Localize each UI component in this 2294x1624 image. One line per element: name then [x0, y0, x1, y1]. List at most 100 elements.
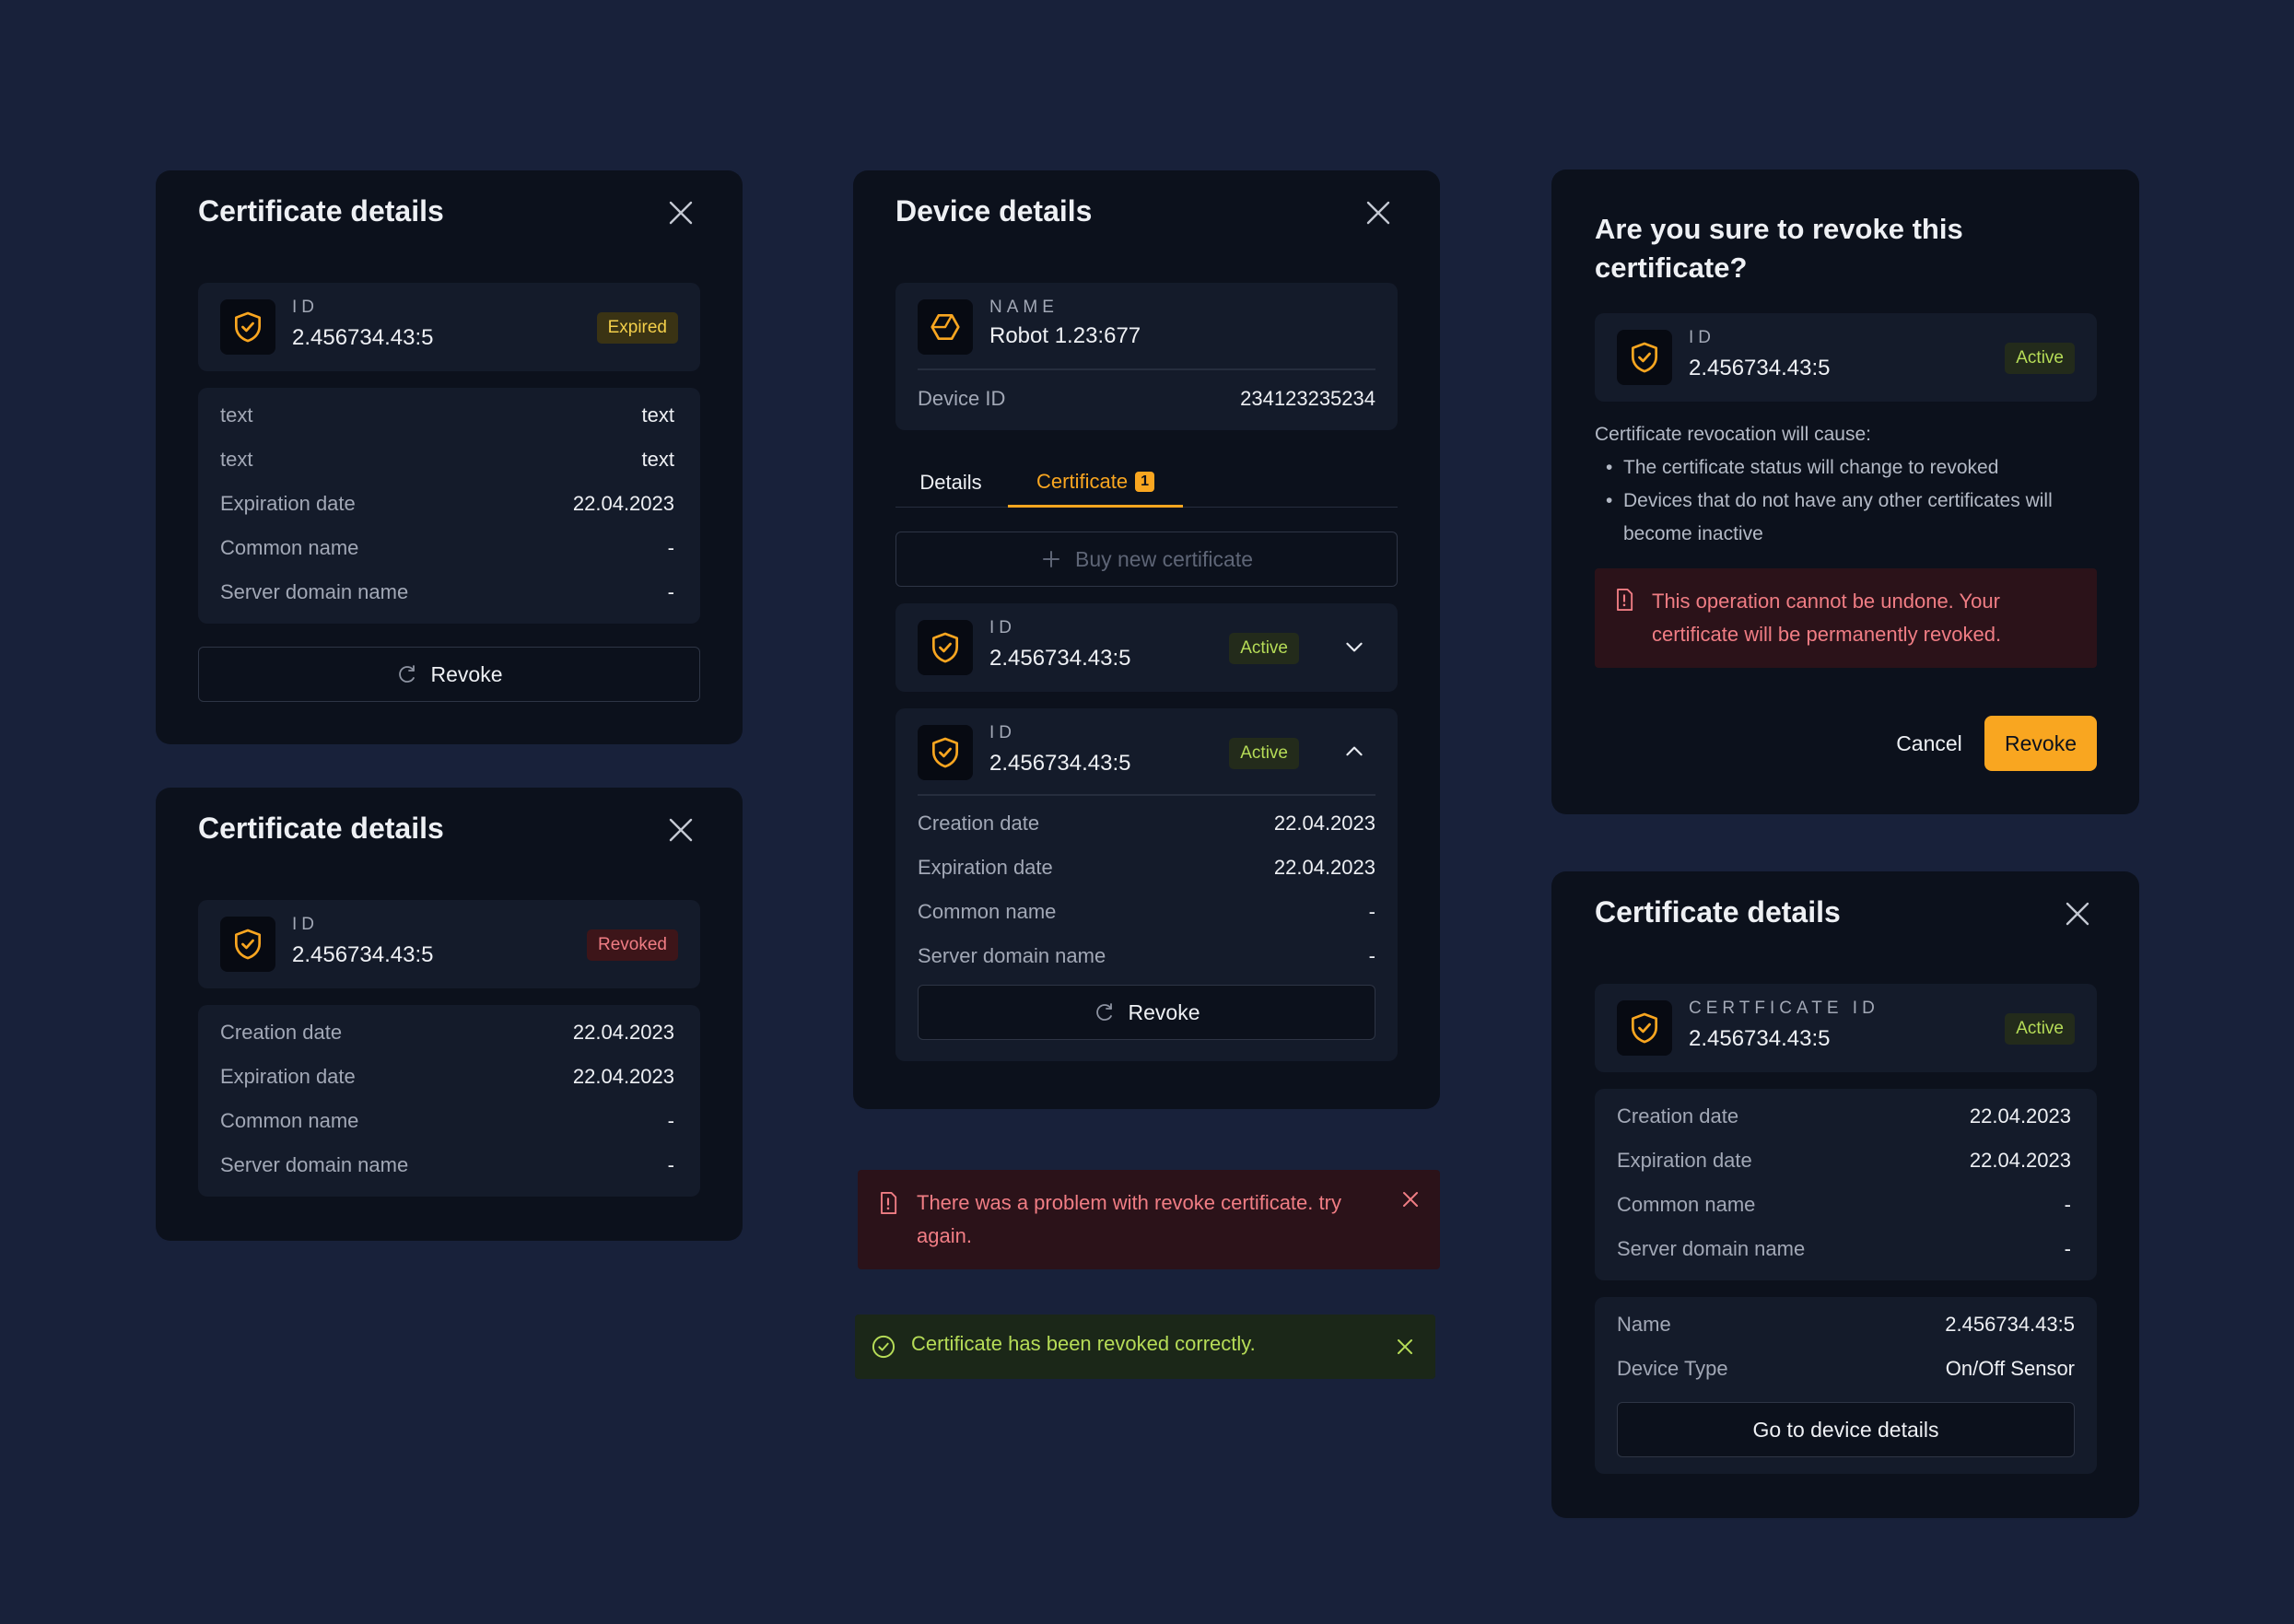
certificate-details-panel-expired: Certificate details ID 2.456734.43:5 Exp…: [156, 170, 743, 744]
id-value: 2.456734.43:5: [292, 942, 434, 967]
buy-button-label: Buy new certificate: [1074, 546, 1254, 571]
info-row-creation-date: Creation date 22.04.2023: [1617, 1104, 2071, 1127]
id-label: ID: [292, 298, 319, 317]
hexagon-device-icon: [918, 299, 973, 355]
shield-check-icon: [220, 299, 275, 355]
info-row-expiration-date: Expiration date 22.04.2023: [1617, 1149, 2071, 1172]
close-icon[interactable]: [2061, 897, 2094, 930]
tab-certificate[interactable]: Certificate 1: [1008, 458, 1183, 508]
certificate-info-card: Creation date 22.04.2023 Expiration date 2…: [198, 1005, 700, 1197]
cause-bullet: • Devices that do not have any other cer…: [1606, 490, 2053, 544]
info-row-expiration-date: Expiration date 22.04.2023: [918, 856, 1375, 879]
close-icon[interactable]: [664, 813, 697, 847]
info-row-expiration-date: Expiration date 22.04.2023: [220, 492, 674, 515]
id-label: ID: [292, 915, 319, 934]
status-badge: Expired: [596, 312, 678, 344]
revoke-button[interactable]: Revoke: [1984, 716, 2097, 771]
warning-alert: This operation cannot be undone. Your ce…: [1595, 568, 2097, 668]
divider: [918, 794, 1375, 796]
revoke-button[interactable]: Revoke: [198, 647, 700, 702]
device-info-card: NAME Robot 1.23:677 Device ID 23412323523…: [895, 283, 1398, 430]
shield-check-icon: [918, 620, 973, 675]
certificate-item-expanded: ID 2.456734.43:5 Active Creation date 22.…: [895, 708, 1398, 1061]
redo-arrow-icon: [1095, 1003, 1112, 1021]
id-value: 2.456734.43:5: [1689, 356, 1831, 380]
device-id-row: Device ID 234123235234: [918, 387, 1375, 410]
id-value: 2.456734.43:5: [292, 325, 434, 350]
close-icon[interactable]: [1362, 196, 1395, 229]
go-to-device-details-label: Go to device details: [1752, 1417, 1939, 1442]
info-row-common-name: Common name -: [220, 1109, 674, 1132]
certificate-item-collapsed[interactable]: ID 2.456734.43:5 Active: [895, 603, 1398, 692]
id-value: 2.456734.43:5: [989, 751, 1131, 776]
tab-bar: Details Certificate 1: [895, 458, 1398, 508]
close-icon[interactable]: [1399, 1188, 1422, 1210]
shield-check-icon: [1617, 1000, 1672, 1056]
status-badge: Revoked: [587, 929, 678, 961]
error-toast: There was a problem with revoke certific…: [858, 1170, 1440, 1269]
info-row: text text: [220, 448, 674, 471]
revoke-button[interactable]: Revoke: [918, 985, 1375, 1040]
tab-details[interactable]: Details: [895, 458, 1006, 508]
close-icon[interactable]: [1394, 1336, 1416, 1358]
certificate-info-card: text text text text Expiration date 22.04.2…: [198, 388, 700, 624]
alert-icon: [881, 1191, 897, 1215]
certificate-info-card: Creation date 22.04.2023 Expiration date 2…: [1595, 1089, 2097, 1280]
certificate-details-panel-revoked: Certificate details ID 2.456734.43:5 Rev…: [156, 788, 743, 1241]
info-row-common-name: Common name -: [1617, 1193, 2071, 1216]
tab-count-badge: 1: [1135, 471, 1154, 492]
go-to-device-details-button[interactable]: Go to device details: [1617, 1402, 2075, 1457]
info-row-server-domain-name: Server domain name -: [918, 944, 1375, 967]
shield-check-icon: [918, 725, 973, 780]
panel-title: Certificate details: [198, 812, 444, 845]
info-row-server-domain-name: Server domain name -: [220, 580, 674, 603]
info-row-server-domain-name: Server domain name -: [220, 1153, 674, 1176]
name-label: NAME: [989, 298, 1059, 317]
info-row: text text: [220, 403, 674, 426]
cause-bullet: • The certificate status will change to …: [1606, 457, 1999, 478]
divider: [918, 368, 1375, 370]
tab-certificate-label: Certificate: [1036, 469, 1129, 493]
alert-icon: [1617, 588, 1633, 612]
certificate-details-panel-active: Certificate details CERTFICATE ID 2.4567…: [1551, 871, 2139, 1518]
id-label: ID: [989, 618, 1016, 637]
certificate-id-card: ID 2.456734.43:5 Expired: [198, 283, 700, 371]
cause-intro: Certificate revocation will cause:: [1595, 424, 1871, 445]
shield-check-icon: [1617, 330, 1672, 385]
info-row-device-type: Device Type On/Off Sensor: [1617, 1357, 2075, 1380]
info-row-common-name: Common name -: [220, 536, 674, 559]
certificate-id-card: CERTFICATE ID 2.456734.43:5 Active: [1595, 984, 2097, 1072]
revoke-button-label: Revoke: [2005, 730, 2077, 755]
device-details-panel: Device details NAME Robot 1.23:677 Devic…: [853, 170, 1440, 1109]
info-row-creation-date: Creation date 22.04.2023: [220, 1021, 674, 1044]
certificate-id-card: ID 2.456734.43:5 Revoked: [198, 900, 700, 988]
success-toast-message: Certificate has been revoked correctly.: [911, 1332, 1256, 1355]
status-badge: Active: [1229, 738, 1299, 769]
dialog-title: Are you sure to revoke this certificate?: [1595, 213, 1963, 284]
certificate-id-card: ID 2.456734.43:5 Active: [1595, 313, 2097, 402]
panel-title: Certificate details: [198, 194, 444, 228]
info-row-name: Name 2.456734.43:5: [1617, 1313, 2075, 1336]
revoke-button-label: Revoke: [1128, 999, 1200, 1024]
check-circle-icon: [872, 1335, 895, 1359]
panel-title: Device details: [895, 194, 1093, 228]
id-value: 2.456734.43:5: [989, 646, 1131, 671]
id-value: 2.456734.43:5: [1689, 1026, 1831, 1051]
info-row-server-domain-name: Server domain name -: [1617, 1237, 2071, 1260]
device-summary-card: Name 2.456734.43:5 Device Type On/Off Sens…: [1595, 1297, 2097, 1474]
info-row-common-name: Common name -: [918, 900, 1375, 923]
cancel-button[interactable]: Cancel: [1872, 716, 1986, 771]
chevron-up-icon[interactable]: [1342, 740, 1366, 764]
name-value: Robot 1.23:677: [989, 323, 1141, 348]
warning-message: This operation cannot be undone. Your ce…: [1652, 590, 2002, 646]
panel-title: Certificate details: [1595, 895, 1841, 929]
chevron-down-icon[interactable]: [1342, 635, 1366, 659]
success-toast: Certificate has been revoked correctly.: [855, 1314, 1435, 1379]
close-icon[interactable]: [664, 196, 697, 229]
buy-new-certificate-button[interactable]: Buy new certificate: [895, 532, 1398, 587]
id-label: ID: [989, 723, 1016, 742]
shield-check-icon: [220, 917, 275, 972]
info-row-creation-date: Creation date 22.04.2023: [918, 812, 1375, 835]
revoke-confirm-dialog: Are you sure to revoke this certificate?…: [1551, 169, 2139, 814]
cancel-button-label: Cancel: [1896, 730, 1962, 755]
